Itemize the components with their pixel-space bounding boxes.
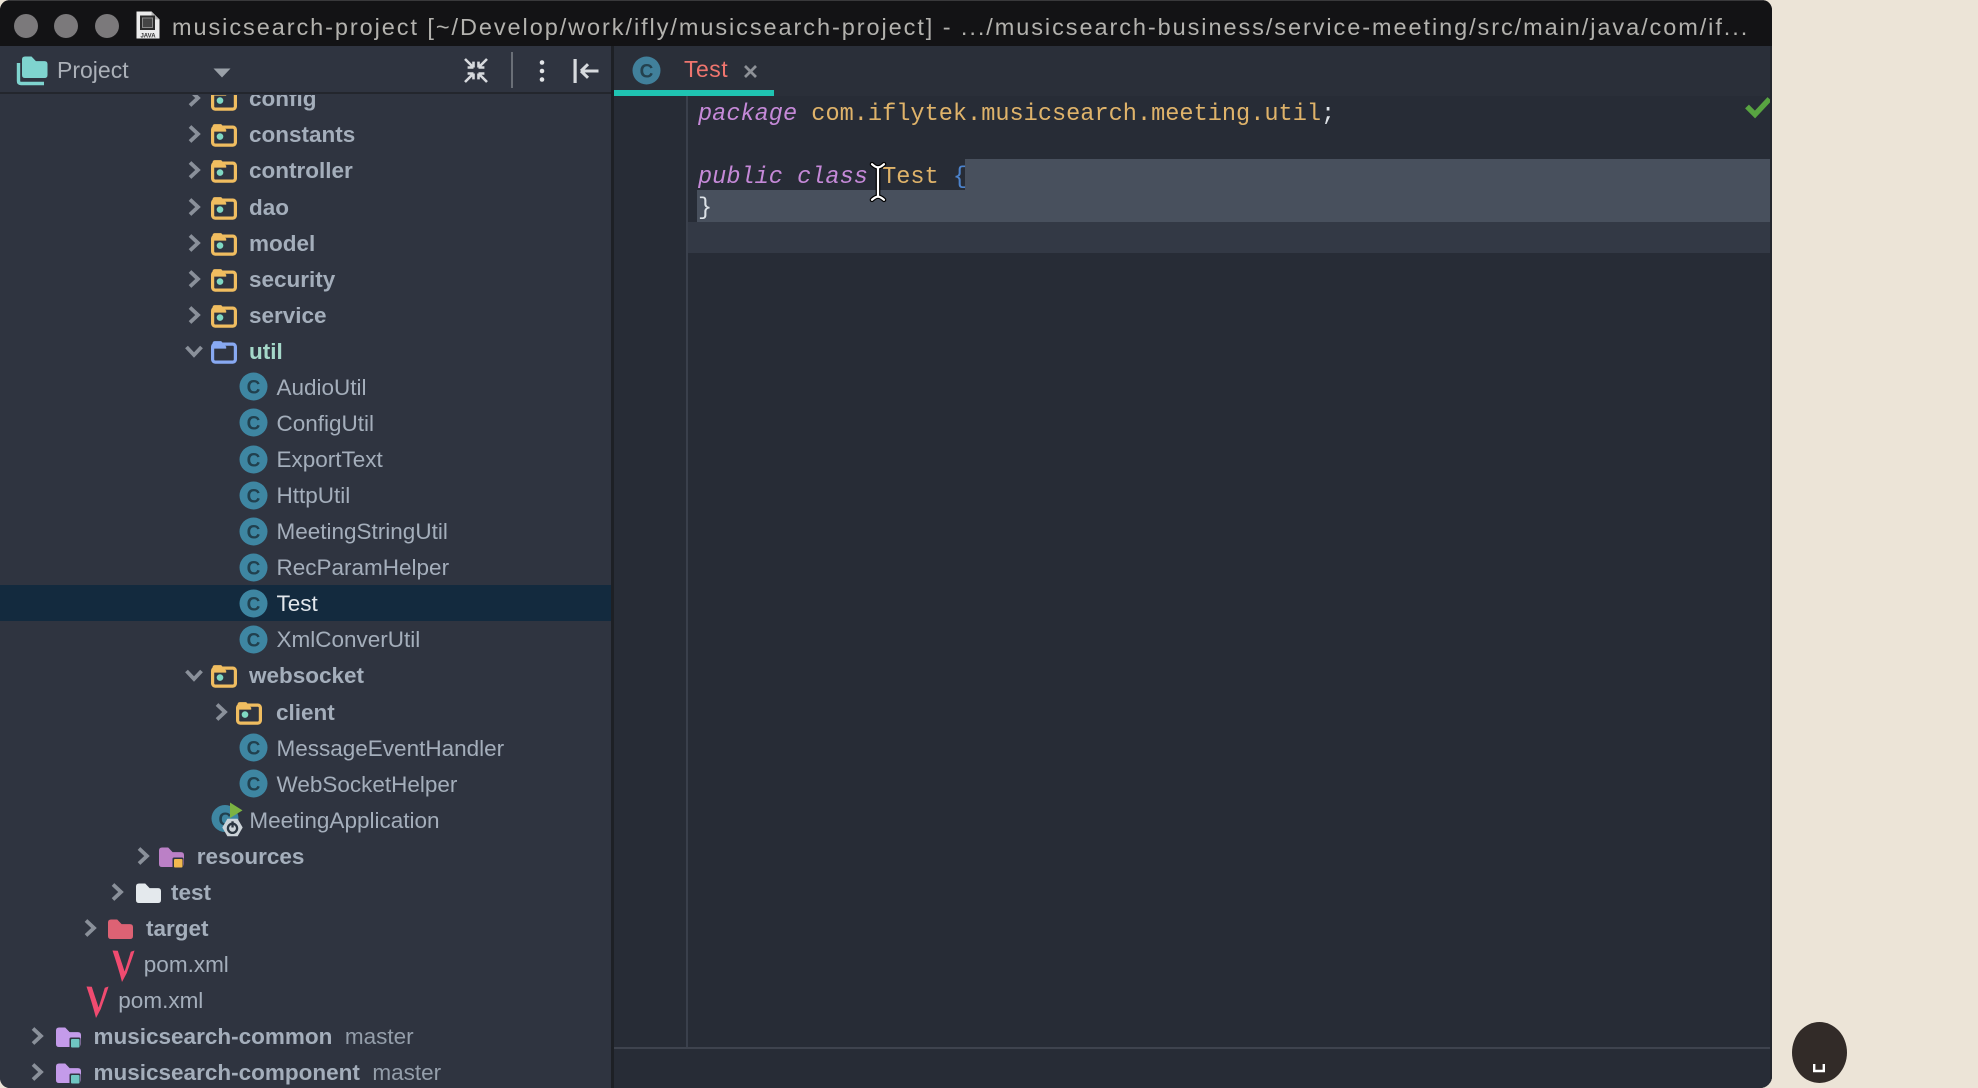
svg-text:C: C — [246, 486, 260, 507]
svg-text:C: C — [246, 739, 260, 760]
svg-text:C: C — [246, 522, 260, 543]
svg-text:C: C — [246, 775, 260, 796]
svg-text:C: C — [246, 594, 260, 615]
svg-text:C: C — [246, 558, 260, 579]
svg-text:C: C — [640, 61, 654, 82]
svg-text:C: C — [246, 630, 260, 651]
svg-text:C: C — [246, 378, 260, 399]
svg-text:C: C — [246, 414, 260, 435]
svg-text:JAVA: JAVA — [140, 34, 156, 40]
svg-text:C: C — [246, 450, 260, 471]
